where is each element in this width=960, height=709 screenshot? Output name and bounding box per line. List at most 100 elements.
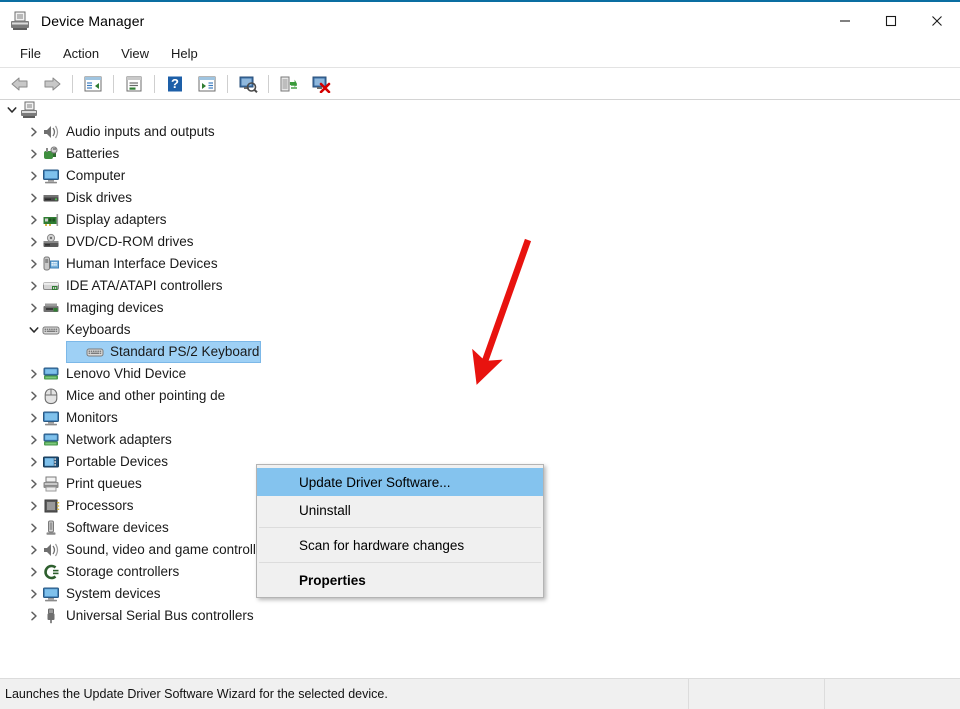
toolbar-separator (113, 75, 114, 93)
tree-item-label: Portable Devices (66, 454, 168, 470)
device-tree-panel[interactable]: Audio inputs and outputs BatteriesCompute… (0, 100, 960, 678)
tree-item-label: Sound, video and game controllers (66, 542, 275, 558)
chevron-right-icon[interactable] (26, 256, 42, 272)
monitor-icon (42, 167, 60, 185)
menu-action[interactable]: Action (52, 43, 110, 64)
menu-view[interactable]: View (110, 43, 160, 64)
status-divider (824, 679, 825, 709)
tree-item[interactable]: Monitors (0, 407, 960, 429)
tree-item[interactable]: Lenovo Vhid Device (0, 363, 960, 385)
status-bar: Launches the Update Driver Software Wiza… (0, 678, 960, 709)
tree-item[interactable]: IDE ATA/ATAPI controllers (0, 275, 960, 297)
tree-item-label: Audio inputs and outputs (66, 124, 215, 140)
window-controls (822, 2, 960, 40)
device-manager-window: Device Manager File Action View Help (0, 0, 960, 709)
chevron-right-icon[interactable] (26, 388, 42, 404)
chevron-right-icon[interactable] (26, 278, 42, 294)
tree-item-label: Universal Serial Bus controllers (66, 608, 254, 624)
chevron-right-icon[interactable] (26, 564, 42, 580)
context-menu[interactable]: Update Driver Software...Uninstall Scan f… (256, 464, 544, 598)
tree-item[interactable]: Mice and other pointing de (0, 385, 960, 407)
tree-item-label: Mice and other pointing de (66, 388, 225, 404)
computer-root-icon (20, 101, 38, 119)
forward-icon[interactable] (36, 70, 68, 98)
tree-item-label: Human Interface Devices (66, 256, 218, 272)
software-device-icon (42, 519, 60, 537)
chevron-right-icon[interactable] (26, 366, 42, 382)
speaker-icon (42, 123, 60, 141)
device-manager-icon (9, 10, 31, 32)
tree-item[interactable]: Imaging devices (0, 297, 960, 319)
chevron-right-icon[interactable] (26, 476, 42, 492)
tree-item[interactable]: Disk drives (0, 187, 960, 209)
tree-item[interactable]: Universal Serial Bus controllers (0, 605, 960, 627)
uninstall-device-icon[interactable] (305, 70, 337, 98)
context-menu-item[interactable]: Properties (257, 566, 543, 594)
tree-item[interactable]: Human Interface Devices (0, 253, 960, 275)
ide-controller-icon (42, 277, 60, 295)
show-action-pane-icon[interactable] (191, 70, 223, 98)
portable-device-icon (42, 453, 60, 471)
context-menu-item[interactable]: Uninstall (257, 496, 543, 524)
menu-help[interactable]: Help (160, 43, 209, 64)
display-adapter-icon (42, 211, 60, 229)
hid-icon (42, 255, 60, 273)
chevron-right-icon[interactable] (26, 146, 42, 162)
tree-item[interactable]: Keyboards (0, 319, 960, 341)
tree-item-label: Monitors (66, 410, 118, 426)
tree-item[interactable]: Computer (0, 165, 960, 187)
show-hide-console-tree-icon[interactable] (77, 70, 109, 98)
context-menu-item[interactable]: Update Driver Software... (257, 468, 543, 496)
tree-item-label: Imaging devices (66, 300, 164, 316)
chevron-right-icon[interactable] (26, 432, 42, 448)
update-driver-icon[interactable] (273, 70, 305, 98)
tree-item-label: Processors (66, 498, 134, 514)
chevron-down-icon[interactable] (4, 102, 20, 118)
chevron-right-icon[interactable] (26, 586, 42, 602)
maximize-button[interactable] (868, 2, 914, 40)
chevron-right-icon[interactable] (26, 542, 42, 558)
chevron-right-icon[interactable] (26, 212, 42, 228)
chevron-right-icon[interactable] (26, 608, 42, 624)
processor-icon (42, 497, 60, 515)
printer-icon (42, 475, 60, 493)
tree-item-selected[interactable]: Standard PS/2 Keyboard (0, 341, 960, 363)
menu-file[interactable]: File (9, 43, 52, 64)
tree-item-label: Network adapters (66, 432, 172, 448)
tree-item[interactable]: DVD/CD-ROM drives (0, 231, 960, 253)
chevron-right-icon[interactable] (26, 124, 42, 140)
chevron-right-icon[interactable] (26, 300, 42, 316)
tree-item-label: Display adapters (66, 212, 167, 228)
tree-item-label: System devices (66, 586, 161, 602)
chevron-right-icon[interactable] (26, 520, 42, 536)
tree-root-node[interactable] (0, 100, 960, 121)
menu-bar: File Action View Help (0, 40, 960, 68)
speaker-icon (42, 541, 60, 559)
tree-item[interactable]: Display adapters (0, 209, 960, 231)
tree-item[interactable]: Network adapters (0, 429, 960, 451)
tree-item-label: Lenovo Vhid Device (66, 366, 186, 382)
title-bar: Device Manager (0, 2, 960, 40)
chevron-right-icon[interactable] (26, 498, 42, 514)
usb-icon (42, 607, 60, 625)
monitor-icon (42, 585, 60, 603)
tree-item-label: Standard PS/2 Keyboard (110, 344, 259, 360)
chevron-right-icon[interactable] (26, 234, 42, 250)
tree-item[interactable]: Audio inputs and outputs (0, 121, 960, 143)
chevron-right-icon[interactable] (26, 454, 42, 470)
properties-icon[interactable] (118, 70, 150, 98)
minimize-button[interactable] (822, 2, 868, 40)
close-button[interactable] (914, 2, 960, 40)
scan-for-hardware-changes-icon[interactable] (232, 70, 264, 98)
chevron-down-icon[interactable] (26, 322, 42, 338)
back-icon[interactable] (4, 70, 36, 98)
tree-item[interactable]: Batteries (0, 143, 960, 165)
keyboard-icon (42, 321, 60, 339)
tree-item-label: Storage controllers (66, 564, 179, 580)
keyboard-icon (86, 343, 104, 361)
chevron-right-icon[interactable] (26, 168, 42, 184)
chevron-right-icon[interactable] (26, 190, 42, 206)
chevron-right-icon[interactable] (26, 410, 42, 426)
help-icon[interactable]: ? (159, 70, 191, 98)
context-menu-item[interactable]: Scan for hardware changes (257, 531, 543, 559)
